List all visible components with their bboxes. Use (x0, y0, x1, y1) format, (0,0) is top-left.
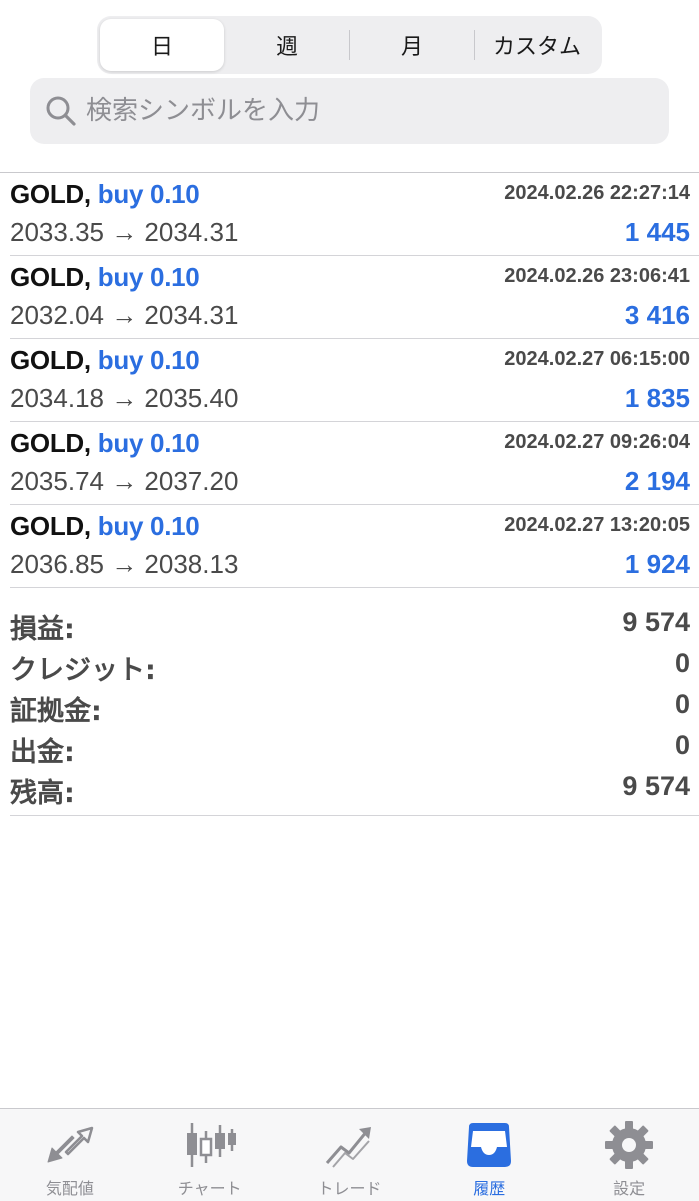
deal-prices: 2033.35 → 2034.31 (10, 217, 239, 247)
summary-value: 9 574 (622, 771, 690, 801)
deal-side: buy 0.10 (97, 262, 200, 292)
deal-list: GOLD, buy 0.10 2024.02.26 22:27:14 2033.… (0, 173, 699, 588)
summary-label: クレジット: (10, 655, 156, 686)
symbol-name: GOLD, (10, 179, 91, 209)
summary-row-profit: 損益: 9 574 (10, 603, 699, 645)
deal-row[interactable]: GOLD, buy 0.10 2024.02.27 13:20:05 2036.… (10, 505, 699, 588)
summary-value: 0 (674, 648, 690, 678)
summary-value: 9 574 (622, 607, 690, 637)
symbol-name: GOLD, (10, 345, 91, 375)
deal-profit: 1 445 (624, 217, 690, 247)
segment-week[interactable]: 週 (225, 19, 349, 71)
deal-profit: 3 416 (624, 300, 690, 330)
deal-row[interactable]: GOLD, buy 0.10 2024.02.26 23:06:41 2032.… (10, 256, 699, 339)
deal-side: buy 0.10 (97, 345, 200, 375)
search-icon (44, 94, 78, 128)
summary-value: 0 (674, 730, 690, 760)
candlestick-chart-icon (180, 1119, 240, 1171)
deal-time: 2024.02.26 22:27:14 (504, 182, 690, 204)
segment-day[interactable]: 日 (100, 19, 224, 71)
symbol-name: GOLD, (10, 428, 91, 458)
summary-row-margin: 証拠金: 0 (10, 685, 699, 727)
history-inbox-icon (459, 1119, 519, 1171)
bottom-tab-bar: 気配値 チャート トレード 履歴 設定 (0, 1108, 699, 1201)
header: 日 週 月 カスタム (0, 0, 699, 173)
tab-history[interactable]: 履歴 (419, 1109, 559, 1201)
deal-prices: 2034.18 → 2035.40 (10, 383, 239, 413)
tab-quotes[interactable]: 気配値 (0, 1109, 140, 1201)
tab-label: 設定 (613, 1179, 646, 1198)
deal-time: 2024.02.27 13:20:05 (504, 514, 690, 536)
tab-label: 履歴 (473, 1179, 506, 1198)
period-segmented-control: 日 週 月 カスタム (97, 16, 602, 74)
segment-custom[interactable]: カスタム (475, 19, 599, 71)
deal-row[interactable]: GOLD, buy 0.10 2024.02.27 09:26:04 2035.… (10, 422, 699, 505)
deal-symbol: GOLD, buy 0.10 (10, 179, 200, 210)
deal-side: buy 0.10 (97, 179, 200, 209)
symbol-name: GOLD, (10, 262, 91, 292)
deal-symbol: GOLD, buy 0.10 (10, 511, 200, 542)
summary-value: 0 (674, 689, 690, 719)
deal-side: buy 0.10 (97, 511, 200, 541)
deal-profit: 1 924 (624, 549, 690, 579)
tab-label: チャート (177, 1179, 242, 1198)
summary-label: 証拠金: (10, 696, 102, 727)
tab-label: トレード (317, 1179, 382, 1198)
summary-row-withdrawal: 出金: 0 (10, 726, 699, 768)
trade-trend-icon (319, 1119, 379, 1171)
summary-row-balance: 残高: 9 574 (10, 767, 699, 809)
search-input[interactable] (86, 96, 646, 126)
tab-label: 気配値 (45, 1179, 94, 1198)
summary-label: 損益: (10, 614, 75, 645)
deal-time: 2024.02.27 06:15:00 (504, 348, 690, 370)
deal-row[interactable]: GOLD, buy 0.10 2024.02.26 22:27:14 2033.… (10, 173, 699, 256)
deal-prices: 2032.04 → 2034.31 (10, 300, 239, 330)
deal-profit: 1 835 (624, 383, 690, 413)
quotes-arrows-icon (40, 1119, 100, 1171)
search-bar[interactable] (30, 78, 669, 144)
summary-label: 残高: (10, 778, 75, 809)
tab-chart[interactable]: チャート (140, 1109, 280, 1201)
settings-gear-icon (599, 1119, 659, 1171)
tab-trade[interactable]: トレード (280, 1109, 420, 1201)
deal-side: buy 0.10 (97, 428, 200, 458)
summary-label: 出金: (10, 737, 75, 768)
symbol-name: GOLD, (10, 511, 91, 541)
deal-row[interactable]: GOLD, buy 0.10 2024.02.27 06:15:00 2034.… (10, 339, 699, 422)
deal-symbol: GOLD, buy 0.10 (10, 345, 200, 376)
tab-settings[interactable]: 設定 (559, 1109, 699, 1201)
deal-prices: 2035.74 → 2037.20 (10, 466, 239, 496)
deal-time: 2024.02.27 09:26:04 (504, 431, 690, 453)
deal-symbol: GOLD, buy 0.10 (10, 428, 200, 459)
deal-profit: 2 194 (624, 466, 690, 496)
summary-row-credit: クレジット: 0 (10, 644, 699, 686)
deal-time: 2024.02.26 23:06:41 (504, 265, 690, 287)
deal-prices: 2036.85 → 2038.13 (10, 549, 239, 579)
segment-month[interactable]: 月 (350, 19, 474, 71)
account-summary: 損益: 9 574 クレジット: 0 証拠金: 0 出金: 0 残高: 9 57… (10, 603, 699, 816)
deal-symbol: GOLD, buy 0.10 (10, 262, 200, 293)
